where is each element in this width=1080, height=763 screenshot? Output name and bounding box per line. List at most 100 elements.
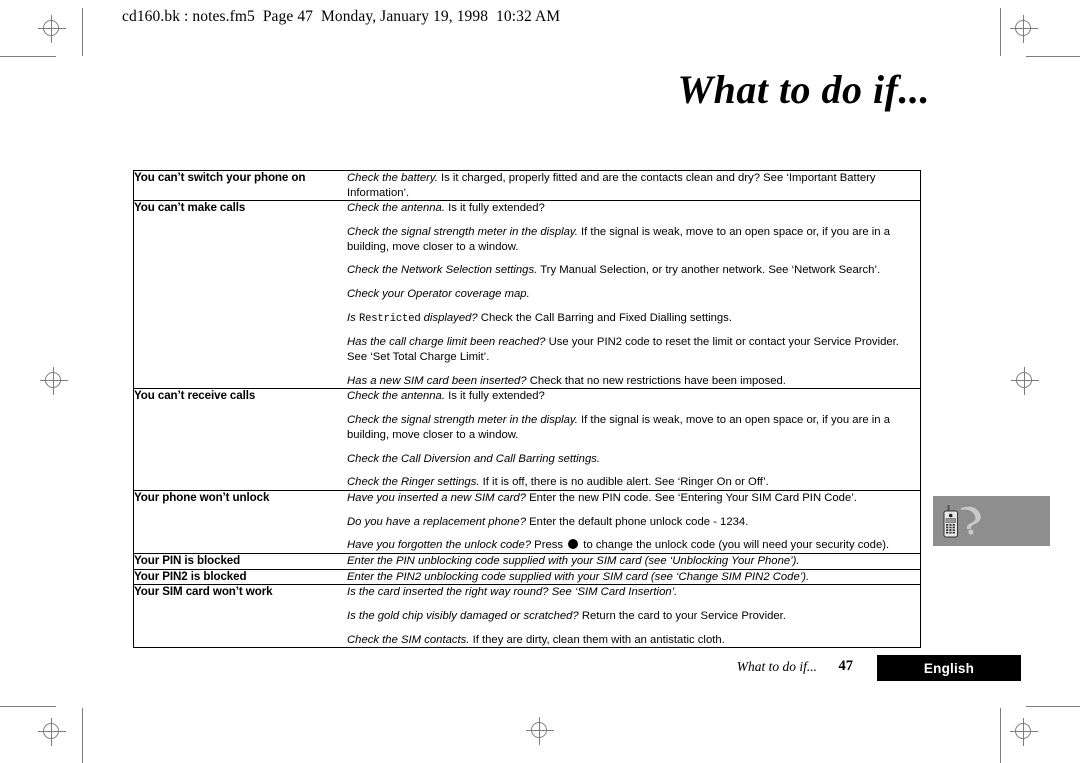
page-title: What to do if... [677,67,930,112]
solution-paragraph: Have you forgotten the unlock code? Pres… [347,538,920,553]
solution-paragraph: Check the SIM contacts. If they are dirt… [347,633,920,648]
solution-cell: Enter the PIN unblocking code supplied w… [347,552,920,570]
registration-mark-right-middle [1011,367,1039,395]
solution-body-text: Is it fully extended? [444,202,545,215]
table-row: You can’t switch your phone on Check the … [134,171,920,201]
registration-mark-bottom-right [1010,718,1038,746]
solution-lead-italic: Have you forgotten the unlock code? [347,539,532,552]
registration-hline [38,731,66,733]
solution-lead-italic: Is the card inserted the right way round… [347,586,678,599]
solution-body-text: to change the unlock code (you will need… [580,539,890,552]
solution-lead-italic: Enter the PIN unblocking code supplied w… [347,554,800,567]
solution-paragraph: Check the signal strength meter in the d… [347,413,920,442]
solution-paragraph: Is Restricted displayed? Check the Call … [347,311,920,327]
solution-paragraph: Check the Call Diversion and Call Barrin… [347,452,920,467]
solution-lead-italic: Is [347,311,359,324]
solution-cell: Is the card inserted the right way round… [347,584,920,648]
registration-mark-left-middle [40,367,68,395]
solution-paragraph: Is the gold chip visibly damaged or scra… [347,609,920,624]
solution-paragraph: Have you inserted a new SIM card? Enter … [347,491,920,506]
crop-line-bottom-left-vertical [82,708,84,763]
solution-body-text: Is it fully extended? [444,390,545,403]
problem-cell: Your PIN is blocked [134,552,347,570]
crop-line-top-left-vertical [82,8,84,56]
solution-cell: Check the battery. Is it charged, proper… [347,171,920,201]
solution-body-text: Enter the default phone unlock code - 12… [526,515,749,528]
solution-paragraph: Enter the PIN2 unblocking code supplied … [347,570,920,585]
solution-paragraph: Has the call charge limit been reached? … [347,335,920,364]
solution-lead-italic: Check your Operator coverage map. [347,288,530,301]
table-row: Your PIN2 is blocked Enter the PIN2 unblo… [134,568,920,585]
solution-paragraph: Check your Operator coverage map. [347,287,920,302]
registration-mark-bottom-left [38,718,66,746]
problem-cell: Your SIM card won’t work [134,584,347,648]
problem-cell: You can’t make calls [134,200,347,389]
solution-body-text: Enter the new PIN code. See ‘Entering Yo… [525,491,857,504]
table-row: You can’t receive calls Check the antenna… [134,388,920,491]
crop-line-bottom-left-horizontal [0,706,56,708]
solution-paragraph: Do you have a replacement phone? Enter t… [347,515,920,530]
table-row: Your PIN is blocked Enter the PIN unblock… [134,552,920,570]
solution-cell: Have you inserted a new SIM card? Enter … [347,489,920,554]
solution-body-text: Press [531,539,567,552]
solution-paragraph: Has a new SIM card been inserted? Check … [347,374,920,389]
display-literal-text: Restricted [358,312,421,325]
solution-lead-italic: Check the signal strength meter in the d… [347,226,578,239]
registration-mark-top-right [1010,15,1038,43]
crop-line-bottom-right-vertical [1000,708,1002,763]
registration-hline [1010,731,1038,733]
registration-hline [40,380,68,382]
solution-lead-italic: displayed? [420,311,478,324]
solution-lead-italic: Has a new SIM card been inserted? [347,374,527,387]
registration-mark-bottom-center [526,717,554,745]
solution-cell: Check the antenna. Is it fully extended?… [347,388,920,491]
registration-hline [1010,28,1038,30]
solution-paragraph: Check the battery. Is it charged, proper… [347,171,920,200]
solution-lead-italic: Check the Ringer settings. [347,476,480,489]
solution-paragraph: Check the antenna. Is it fully extended? [347,201,920,216]
solution-paragraph: Check the signal strength meter in the d… [347,225,920,254]
running-header: cd160.bk : notes.fm5 Page 47 Monday, Jan… [122,8,561,25]
registration-hline [526,730,554,732]
solution-lead-italic: Check the antenna. [347,390,445,403]
solution-body-text: Try Manual Selection, or try another net… [537,264,881,277]
table-row: Your SIM card won’t work Is the card inse… [134,584,920,648]
solution-cell: Check the antenna. Is it fully extended?… [347,200,920,389]
solution-lead-italic: Have you inserted a new SIM card? [347,491,526,504]
crop-line-top-right-horizontal [1026,56,1080,58]
registration-mark-top-left [38,15,66,43]
solution-cell: Enter the PIN2 unblocking code supplied … [347,568,920,585]
mobile-phone-question-icon [943,505,981,538]
solution-paragraph: Check the Ringer settings. If it is off,… [347,475,920,490]
solution-body-text: If it is off, there is no audible alert.… [479,476,769,489]
troubleshooting-table: You can’t switch your phone on Check the … [133,170,921,649]
footer-language-badge: English [877,655,1021,681]
table-row: Your phone won’t unlock Have you inserted… [134,489,920,554]
solution-lead-italic: Check the Network Selection settings. [347,264,538,277]
solution-lead-italic: Enter the PIN2 unblocking code supplied … [347,570,810,583]
solution-paragraph: Enter the PIN unblocking code supplied w… [347,554,920,569]
solution-body-text: Check that no new restrictions have been… [526,374,786,387]
registration-hline [38,28,66,30]
solution-lead-italic: Check the SIM contacts. [347,633,470,646]
footer-title: What to do if... [736,659,817,674]
crop-line-top-right-vertical [1000,8,1002,56]
problem-cell: Your PIN2 is blocked [134,568,347,585]
solution-paragraph: Is the card inserted the right way round… [347,585,920,600]
solution-paragraph: Check the Network Selection settings. Tr… [347,263,920,278]
registration-hline [1011,380,1039,382]
footer-page-number: 47 [838,658,854,674]
page-footer: What to do if... 47 English [133,655,1021,681]
solution-lead-italic: Check the Call Diversion and Call Barrin… [347,452,601,465]
crop-line-top-left-horizontal [0,56,56,58]
solution-lead-italic: Check the signal strength meter in the d… [347,414,578,427]
solution-lead-italic: Check the antenna. [347,202,445,215]
solution-body-text: Check the Call Barring and Fixed Diallin… [477,311,732,324]
problem-cell: Your phone won’t unlock [134,489,347,554]
problem-cell: You can’t receive calls [134,388,347,491]
solution-lead-italic: Do you have a replacement phone? [347,515,526,528]
problem-cell: You can’t switch your phone on [134,171,306,184]
solution-paragraph: Check the antenna. Is it fully extended? [347,389,920,404]
crop-line-bottom-right-horizontal [1026,706,1080,708]
solution-lead-italic: Has the call charge limit been reached? [347,336,546,349]
